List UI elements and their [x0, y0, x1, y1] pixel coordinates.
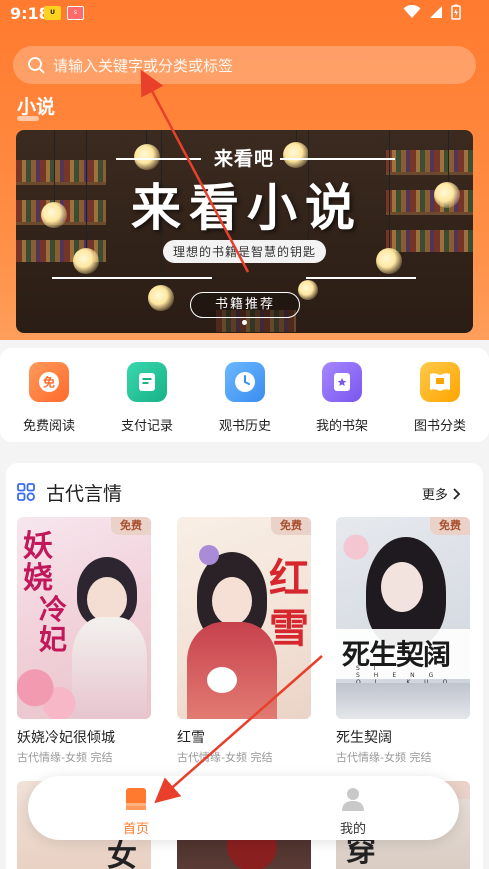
- book-cover: 死生契阔 SI SHENG QI KUO 免费: [336, 517, 470, 719]
- quick-action-label: 支付记录: [120, 419, 173, 434]
- book-recommend-button[interactable]: 书籍推荐: [190, 292, 300, 318]
- category-title: 古代言情: [46, 483, 123, 505]
- more-label: 更多: [421, 488, 448, 503]
- quick-action-label: 免费阅读: [22, 419, 75, 434]
- wifi-icon: [403, 5, 421, 18]
- book-title: 红雪: [177, 730, 205, 746]
- tab-mine[interactable]: 我的: [323, 786, 383, 837]
- search-icon: [28, 57, 45, 74]
- book-title: 死生契阔: [336, 730, 392, 746]
- quick-action-label: 我的书架: [315, 419, 368, 434]
- book-meta: 古代情缘-女频 完结: [336, 751, 432, 764]
- free-badge: 免费: [271, 517, 311, 535]
- book-meta: 古代情缘-女频 完结: [17, 751, 113, 764]
- book-cover: 红 雪 免费: [177, 517, 311, 719]
- quick-action-payment-records[interactable]: 支付记录: [107, 362, 187, 434]
- status-bar: 9:18 U s: [0, 0, 489, 28]
- tab-home-label: 首页: [122, 822, 149, 837]
- book-card[interactable]: 死生契阔 SI SHENG QI KUO 免费 死生契阔 古代情缘-女频 完结: [336, 517, 470, 765]
- app-notification-icon: U: [44, 6, 61, 20]
- clock-icon: [225, 362, 265, 402]
- book-card[interactable]: 妖娆 冷妃 免费 妖娆冷妃很倾城 古代情缘-女频 完结: [17, 517, 151, 765]
- free-badge: 免费: [430, 517, 470, 535]
- banner-tagline: 来看吧: [214, 148, 275, 170]
- book-title: 妖娆冷妃很倾城: [17, 730, 115, 746]
- quick-action-label: 图书分类: [413, 419, 466, 434]
- signal-icon: [430, 6, 442, 18]
- book-card[interactable]: 红 雪 免费 红雪 古代情缘-女频 完结: [177, 517, 311, 765]
- more-link[interactable]: 更多: [422, 484, 461, 503]
- tab-mine-label: 我的: [339, 822, 366, 837]
- quick-actions-card: 免 免费阅读 支付记录 观书历史 我的书架 图书分类: [0, 348, 489, 442]
- quick-action-reading-history[interactable]: 观书历史: [205, 362, 285, 434]
- section-title-underline: [17, 116, 39, 121]
- quick-action-free-read[interactable]: 免 免费阅读: [9, 362, 89, 434]
- tab-home[interactable]: 首页: [106, 786, 166, 837]
- user-icon: [342, 788, 364, 811]
- quick-action-book-category[interactable]: 图书分类: [400, 362, 480, 434]
- banner-carousel[interactable]: 来看吧 来看小说 理想的书籍是智慧的钥匙 书籍推荐: [16, 130, 473, 333]
- free-badge: 免费: [111, 517, 151, 535]
- category-grid-icon: [17, 483, 35, 501]
- book-cover: 妖娆 冷妃 免费: [17, 517, 151, 719]
- search-input[interactable]: 请输入关键字或分类或标签: [13, 46, 476, 84]
- bookshelf-icon: [322, 362, 362, 402]
- svg-text:免: 免: [43, 375, 55, 390]
- app-notification-icon: s: [67, 6, 84, 20]
- battery-icon: [451, 4, 461, 20]
- search-placeholder: 请输入关键字或分类或标签: [53, 56, 234, 75]
- quick-action-label: 观书历史: [218, 419, 271, 434]
- bottom-tab-bar: 首页 我的: [28, 776, 459, 840]
- carousel-indicator: [16, 320, 473, 325]
- book-icon: [126, 788, 146, 810]
- section-title: 小说: [17, 96, 56, 118]
- quick-action-bookshelf[interactable]: 我的书架: [302, 362, 382, 434]
- book-category-icon: [420, 362, 460, 402]
- banner-headline: 来看小说: [131, 178, 363, 237]
- chevron-right-icon: [453, 488, 461, 500]
- book-meta: 古代情缘-女频 完结: [177, 751, 273, 764]
- carousel-dot: [242, 320, 247, 325]
- receipt-icon: [127, 362, 167, 402]
- free-icon: 免: [29, 362, 69, 402]
- banner-subtitle: 理想的书籍是智慧的钥匙: [163, 240, 327, 263]
